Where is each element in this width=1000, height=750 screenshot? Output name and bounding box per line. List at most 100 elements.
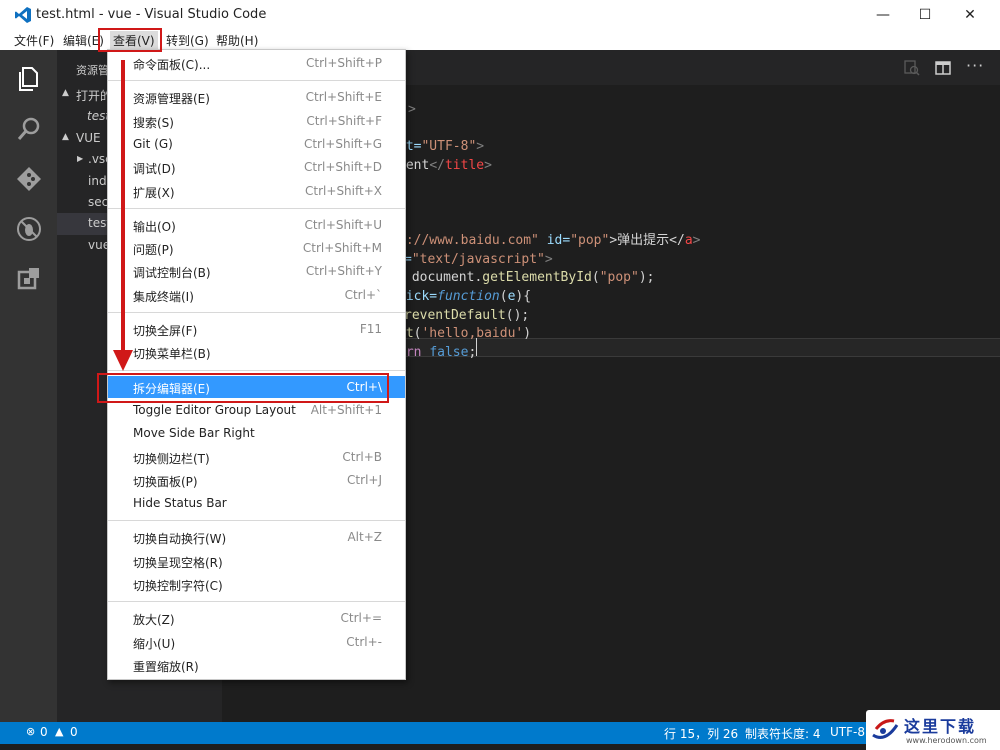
menu-item-label: 切换自动换行(W) — [133, 532, 227, 547]
menu-item-label: 资源管理器(E) — [133, 92, 210, 107]
error-count[interactable]: 0 — [40, 725, 48, 739]
code-token: > — [544, 251, 553, 267]
code-line: p://www.baidu.com" id="pop">弹出提示</a> — [398, 231, 700, 250]
code-token: ){ — [515, 289, 532, 304]
code-token: > — [476, 139, 485, 155]
view-menu-item[interactable]: Move Side Bar Right — [108, 422, 405, 444]
menu-item-label: 输出(O) — [133, 219, 176, 234]
annotation-box-split-editor — [97, 373, 389, 403]
view-menu-item[interactable]: 切换侧边栏(T) Ctrl+B — [108, 446, 405, 468]
menu-item-label: 调试(D) — [133, 162, 176, 177]
minimize-button[interactable]: — — [860, 0, 906, 30]
view-menu-item[interactable]: 集成终端(I) Ctrl+` — [108, 284, 405, 306]
open-changes-icon[interactable] — [904, 60, 920, 76]
sidebar-header: 资源管 — [76, 64, 109, 77]
menu-item-label: Git (G) — [133, 136, 173, 151]
menu-item-label: 调试控制台(B) — [133, 266, 211, 281]
view-menu-item[interactable]: 切换面板(P) Ctrl+J — [108, 469, 405, 491]
menu-item-label: 集成终端(I) — [133, 289, 194, 304]
view-menu-item[interactable]: 资源管理器(E) Ctrl+Shift+E — [108, 86, 405, 108]
encoding[interactable]: UTF-8 — [830, 725, 865, 739]
code-token: ) — [523, 326, 532, 342]
menu-help[interactable]: 帮助(H) — [216, 32, 258, 49]
menu-item-shortcut: Ctrl+- — [346, 634, 382, 649]
view-menu-item[interactable]: 切换全屏(F) F11 — [108, 318, 405, 340]
error-icon[interactable]: ⊗ — [26, 725, 35, 738]
menu-item-label: Toggle Editor Group Layout — [133, 402, 296, 417]
annotation-box-view-menu — [98, 28, 162, 52]
menu-item-shortcut: Ctrl+Shift+E — [305, 90, 382, 105]
menu-item-label: Move Side Bar Right — [133, 426, 255, 441]
menu-item-shortcut: Ctrl+J — [347, 472, 382, 487]
cursor-position[interactable]: 行 15，列 26 — [664, 725, 738, 742]
close-button[interactable]: ✕ — [947, 0, 993, 30]
menu-separator — [108, 80, 405, 82]
code-token: </ — [429, 158, 445, 174]
menu-item-label: 切换控制字符(C) — [133, 579, 223, 593]
warning-count[interactable]: 0 — [70, 725, 78, 739]
warning-icon[interactable]: ▲ — [55, 725, 63, 738]
view-menu-item[interactable]: Hide Status Bar — [108, 492, 405, 514]
watermark-brand: 这里下载 — [904, 717, 977, 736]
split-editor-icon[interactable] — [935, 60, 951, 76]
code-token: ; — [468, 345, 477, 361]
menu-separator — [108, 601, 405, 603]
menu-item-label: 切换侧边栏(T) — [133, 451, 210, 466]
view-menu-item[interactable]: 调试控制台(B) Ctrl+Shift+Y — [108, 260, 405, 282]
folder-arrow-icon[interactable]: ▶ — [77, 154, 83, 163]
view-menu-item[interactable]: 切换菜单栏(B) — [108, 341, 405, 363]
menu-file[interactable]: 文件(F) — [14, 32, 54, 49]
view-menu-item[interactable]: 切换控制字符(C) — [108, 573, 405, 595]
menu-item-shortcut: Ctrl+Shift+U — [304, 217, 382, 232]
code-token: 'hello,baidu' — [421, 326, 524, 342]
code-token: document. — [404, 270, 483, 286]
menu-item-shortcut: Alt+Shift+1 — [310, 402, 382, 417]
vscode-logo-icon — [15, 7, 31, 23]
explorer-icon[interactable] — [14, 64, 44, 94]
view-menu-item[interactable]: 重置缩放(R) — [108, 654, 405, 676]
menu-item-shortcut: F11 — [359, 322, 382, 336]
workspace-section[interactable]: VUE — [76, 131, 101, 145]
code-line: > — [408, 100, 416, 119]
tab-size[interactable]: 制表符长度: 4 — [745, 725, 821, 742]
code-line: rt('hello,baidu') — [398, 324, 531, 343]
code-token: (); — [505, 307, 530, 323]
view-menu-dropdown: 命令面板(C)... Ctrl+Shift+P 资源管理器(E) Ctrl+Shift… — [107, 49, 406, 680]
menu-separator — [108, 369, 405, 371]
menu-item-shortcut: Ctrl+Shift+P — [306, 56, 382, 70]
view-menu-item[interactable]: 搜索(S) Ctrl+Shift+F — [108, 110, 405, 132]
view-menu-item[interactable]: 输出(O) Ctrl+Shift+U — [108, 214, 405, 236]
view-menu-item[interactable]: 放大(Z) Ctrl+= — [108, 607, 405, 629]
menu-item-shortcut: Ctrl+= — [340, 611, 382, 626]
section-arrow-icon[interactable]: ▲ — [62, 132, 69, 142]
menu-item-shortcut: Ctrl+` — [344, 287, 382, 302]
code-token: p://www.baidu.com" — [398, 232, 539, 248]
maximize-button[interactable]: ☐ — [902, 0, 948, 30]
code-token: false — [429, 345, 469, 361]
watermark-logo-icon — [872, 719, 899, 739]
section-arrow-icon[interactable]: ▲ — [62, 88, 69, 98]
menu-goto[interactable]: 转到(G) — [166, 32, 209, 49]
view-menu-item[interactable]: 调试(D) Ctrl+Shift+D — [108, 156, 405, 178]
view-menu-item[interactable]: Git (G) Ctrl+Shift+G — [108, 133, 405, 155]
view-menu-item[interactable]: 问题(P) Ctrl+Shift+M — [108, 237, 405, 259]
annotation-arrow-icon — [113, 60, 133, 371]
extensions-icon[interactable] — [14, 264, 44, 294]
view-menu-item[interactable]: 缩小(U) Ctrl+- — [108, 631, 405, 653]
code-token: id= — [538, 232, 571, 248]
menu-item-label: Hide Status Bar — [133, 496, 227, 511]
git-icon[interactable] — [14, 164, 44, 194]
code-token: ( — [499, 289, 508, 304]
view-menu-item[interactable]: 切换自动换行(W) Alt+Z — [108, 526, 405, 548]
view-menu-item[interactable]: 命令面板(C)... Ctrl+Shift+P — [108, 52, 405, 74]
code-token: "pop" — [599, 270, 639, 286]
search-icon[interactable] — [14, 114, 44, 144]
watermark-url: www.herodown.com — [906, 736, 987, 745]
view-menu-item[interactable]: 扩展(X) Ctrl+Shift+X — [108, 180, 405, 202]
debug-icon[interactable] — [14, 214, 44, 244]
menu-item-label: 切换菜单栏(B) — [133, 347, 211, 362]
code-token: >弹出提示</ — [609, 232, 685, 248]
view-menu-item[interactable]: 切换呈现空格(R) — [108, 550, 405, 572]
more-actions-icon[interactable]: ··· — [966, 56, 984, 75]
menu-item-shortcut: Ctrl+Shift+D — [304, 160, 382, 175]
